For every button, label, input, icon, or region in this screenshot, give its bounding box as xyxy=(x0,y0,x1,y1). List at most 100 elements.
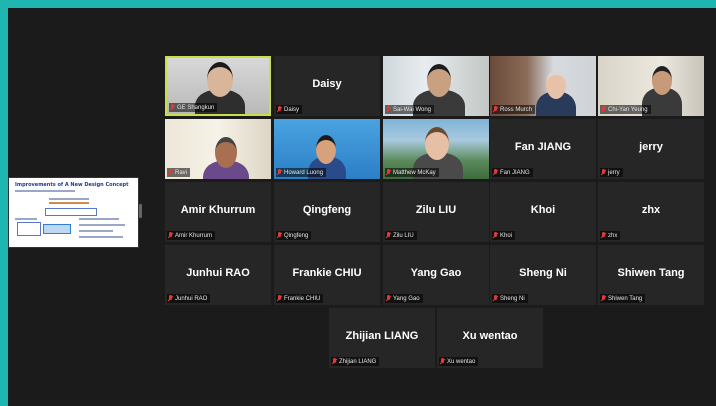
muted-mic-icon xyxy=(168,232,173,239)
participant-name: Zilu LIU xyxy=(393,232,414,239)
participant-video-face xyxy=(215,137,237,168)
participant-tile[interactable]: Shiwen Tang Shiwen Tang xyxy=(598,245,704,305)
participant-name-label: zhx xyxy=(600,231,621,240)
participant-name-label: Sheng Ni xyxy=(492,294,528,303)
participant-name: Sai-Wai Wong xyxy=(393,106,432,113)
participant-video-face xyxy=(652,66,672,95)
participant-display-name: Shiwen Tang xyxy=(617,267,685,279)
participant-tile[interactable]: GE Shangkun xyxy=(165,56,271,116)
participant-name: Sheng Ni xyxy=(500,295,525,302)
participant-tile[interactable]: Zhijian LIANG Zhijian LIANG xyxy=(329,308,435,368)
participant-tile[interactable]: Ross Murch xyxy=(490,56,596,116)
muted-mic-icon xyxy=(277,169,282,176)
muted-mic-icon xyxy=(493,295,498,302)
participant-display-name: Khoi xyxy=(530,204,556,216)
shared-text-line xyxy=(79,218,119,220)
participant-tile[interactable]: Daisy Daisy xyxy=(274,56,380,116)
participant-name-label: Yang Gao xyxy=(385,294,423,303)
shared-text-line xyxy=(15,218,37,220)
muted-mic-icon xyxy=(493,232,498,239)
shared-text-line xyxy=(15,190,75,192)
participant-name: Qingfeng xyxy=(284,232,309,239)
participant-tile[interactable]: Ravi xyxy=(165,119,271,179)
muted-mic-icon xyxy=(440,358,445,365)
participant-tile[interactable]: Zilu LIU Zilu LIU xyxy=(383,182,489,242)
shared-text-line xyxy=(79,224,125,226)
participant-name: Ravi xyxy=(175,169,188,176)
muted-mic-icon xyxy=(601,232,606,239)
shared-diagram-box xyxy=(43,224,71,234)
participant-display-name: Xu wentao xyxy=(462,330,518,342)
participant-display-name: Yang Gao xyxy=(410,267,462,279)
participant-display-name: Sheng Ni xyxy=(519,267,567,279)
panel-resize-handle[interactable] xyxy=(139,204,142,218)
participant-name-label: Fan JIANG xyxy=(492,168,533,177)
participant-video-face xyxy=(316,135,336,164)
participant-tile[interactable]: Xu wentao Xu wentao xyxy=(437,308,543,368)
muted-mic-icon xyxy=(386,232,391,239)
participant-tile[interactable]: Chi-Yan Yeung xyxy=(598,56,704,116)
participant-name-label: Xu wentao xyxy=(439,357,479,366)
participant-name: GE Shangkun xyxy=(177,104,215,111)
participant-name: Howard Luong xyxy=(284,169,324,176)
participant-name-label: Qingfeng xyxy=(276,231,312,240)
participant-display-name: Zhijian LIANG xyxy=(345,330,419,342)
muted-mic-icon xyxy=(386,169,391,176)
participant-name-label: Shiwen Tang xyxy=(600,294,646,303)
participant-name-label: Sai-Wai Wong xyxy=(385,105,435,114)
participant-tile[interactable]: Fan JIANG Fan JIANG xyxy=(490,119,596,179)
participant-name: Shiwen Tang xyxy=(608,295,643,302)
shared-screen-thumbnail[interactable]: Improvements of A New Design Concept xyxy=(8,177,139,248)
participant-display-name: Amir Khurrum xyxy=(180,204,256,216)
muted-mic-icon xyxy=(277,232,282,239)
shared-text-line xyxy=(79,236,123,238)
participant-tile[interactable]: Matthew McKay xyxy=(383,119,489,179)
muted-mic-icon xyxy=(277,106,282,113)
shared-text-line xyxy=(79,230,113,232)
participant-name-label: Junhui RAO xyxy=(167,294,211,303)
participant-name-label: Chi-Yan Yeung xyxy=(600,105,651,114)
participant-display-name: Zilu LIU xyxy=(415,204,457,216)
muted-mic-icon xyxy=(170,104,175,111)
participant-tile[interactable]: jerry jerry xyxy=(598,119,704,179)
participant-name: Amir Khurrum xyxy=(175,232,213,239)
participant-name-label: Amir Khurrum xyxy=(167,231,216,240)
participant-display-name: zhx xyxy=(641,204,661,216)
participant-name: zhx xyxy=(608,232,618,239)
participant-tile[interactable]: Junhui RAO Junhui RAO xyxy=(165,245,271,305)
shared-diagram-box xyxy=(17,222,41,236)
participant-tile[interactable]: Sai-Wai Wong xyxy=(383,56,489,116)
muted-mic-icon xyxy=(386,295,391,302)
participant-name: Junhui RAO xyxy=(175,295,208,302)
participant-tile[interactable]: Amir Khurrum Amir Khurrum xyxy=(165,182,271,242)
participant-display-name: Fan JIANG xyxy=(514,141,572,153)
participant-video-face xyxy=(427,64,451,97)
muted-mic-icon xyxy=(277,295,282,302)
shared-text-line xyxy=(49,198,89,200)
participant-name: Xu wentao xyxy=(447,358,476,365)
participant-name-label: Howard Luong xyxy=(276,168,327,177)
participant-name: jerry xyxy=(608,169,620,176)
participant-tile[interactable]: Khoi Khoi xyxy=(490,182,596,242)
participant-name-label: GE Shangkun xyxy=(169,103,218,112)
muted-mic-icon xyxy=(168,169,173,176)
participant-name: Frankie CHIU xyxy=(284,295,321,302)
muted-mic-icon xyxy=(493,169,498,176)
participant-tile[interactable]: Sheng Ni Sheng Ni xyxy=(490,245,596,305)
muted-mic-icon xyxy=(601,169,606,176)
participant-tile[interactable]: Frankie CHIU Frankie CHIU xyxy=(274,245,380,305)
participant-tile[interactable]: Howard Luong xyxy=(274,119,380,179)
participant-tile[interactable]: Yang Gao Yang Gao xyxy=(383,245,489,305)
muted-mic-icon xyxy=(386,106,391,113)
participant-name: Yang Gao xyxy=(393,295,420,302)
participant-name: Fan JIANG xyxy=(500,169,530,176)
participant-name: Matthew McKay xyxy=(393,169,436,176)
participant-name: Daisy xyxy=(284,106,300,113)
shared-diagram-box xyxy=(45,208,97,216)
participant-name: Ross Murch xyxy=(500,106,533,113)
muted-mic-icon xyxy=(332,358,337,365)
muted-mic-icon xyxy=(168,295,173,302)
participant-tile[interactable]: zhx zhx xyxy=(598,182,704,242)
participant-name-label: Matthew McKay xyxy=(385,168,439,177)
participant-tile[interactable]: Qingfeng Qingfeng xyxy=(274,182,380,242)
